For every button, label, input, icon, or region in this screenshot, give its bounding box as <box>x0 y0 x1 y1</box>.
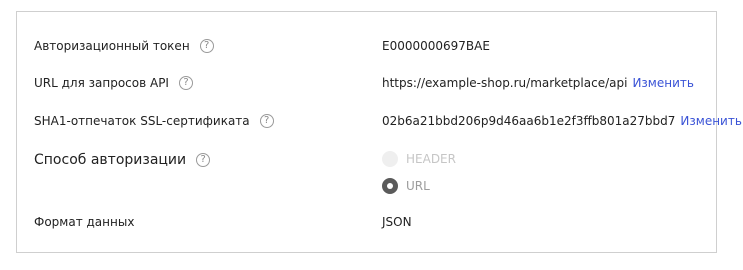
question-circle-icon[interactable]: ? <box>178 76 193 90</box>
api-url-label-group: URL для запросов API ? <box>34 76 193 90</box>
header-radio <box>382 151 398 167</box>
format-label-group: Формат данных <box>34 215 134 229</box>
auth-label: Способ авторизации <box>34 152 187 168</box>
auth-option-url[interactable]: URL <box>382 178 430 194</box>
token-value-group: E0000000697BAE <box>382 39 490 53</box>
settings-panel: Авторизационный токен ? E0000000697BAE U… <box>16 11 742 253</box>
token-value: E0000000697BAE <box>382 39 490 53</box>
format-value-group: JSON <box>382 215 412 229</box>
token-label: Авторизационный токен <box>34 39 190 53</box>
question-circle-icon[interactable]: ? <box>196 153 211 167</box>
auth-option-header: HEADER <box>382 151 456 167</box>
ssl-fingerprint-value: 02b6a21bbd206p9d46aa6b1e2f3ffb801a27bbd7 <box>382 114 676 128</box>
header-radio-label: HEADER <box>406 152 456 166</box>
format-value: JSON <box>382 215 412 229</box>
api-url-value-group: https://example-shop.ru/marketplace/api … <box>382 76 694 90</box>
question-circle-icon[interactable]: ? <box>199 39 214 53</box>
ssl-label: SHA1-отпечаток SSL-сертификата <box>34 114 250 128</box>
ssl-value-group: 02b6a21bbd206p9d46aa6b1e2f3ffb801a27bbd7… <box>382 114 742 128</box>
ssl-label-group: SHA1-отпечаток SSL-сертификата ? <box>34 114 274 128</box>
api-url-value: https://example-shop.ru/marketplace/api <box>382 76 628 90</box>
url-radio[interactable] <box>382 178 398 194</box>
url-radio-label: URL <box>406 179 430 193</box>
token-label-group: Авторизационный токен ? <box>34 39 214 53</box>
api-url-label: URL для запросов API <box>34 76 169 90</box>
change-api-url-link[interactable]: Изменить <box>632 76 694 90</box>
auth-label-group: Способ авторизации ? <box>34 152 211 168</box>
change-ssl-link[interactable]: Изменить <box>680 114 742 128</box>
format-label: Формат данных <box>34 215 135 229</box>
question-circle-icon[interactable]: ? <box>259 114 274 128</box>
